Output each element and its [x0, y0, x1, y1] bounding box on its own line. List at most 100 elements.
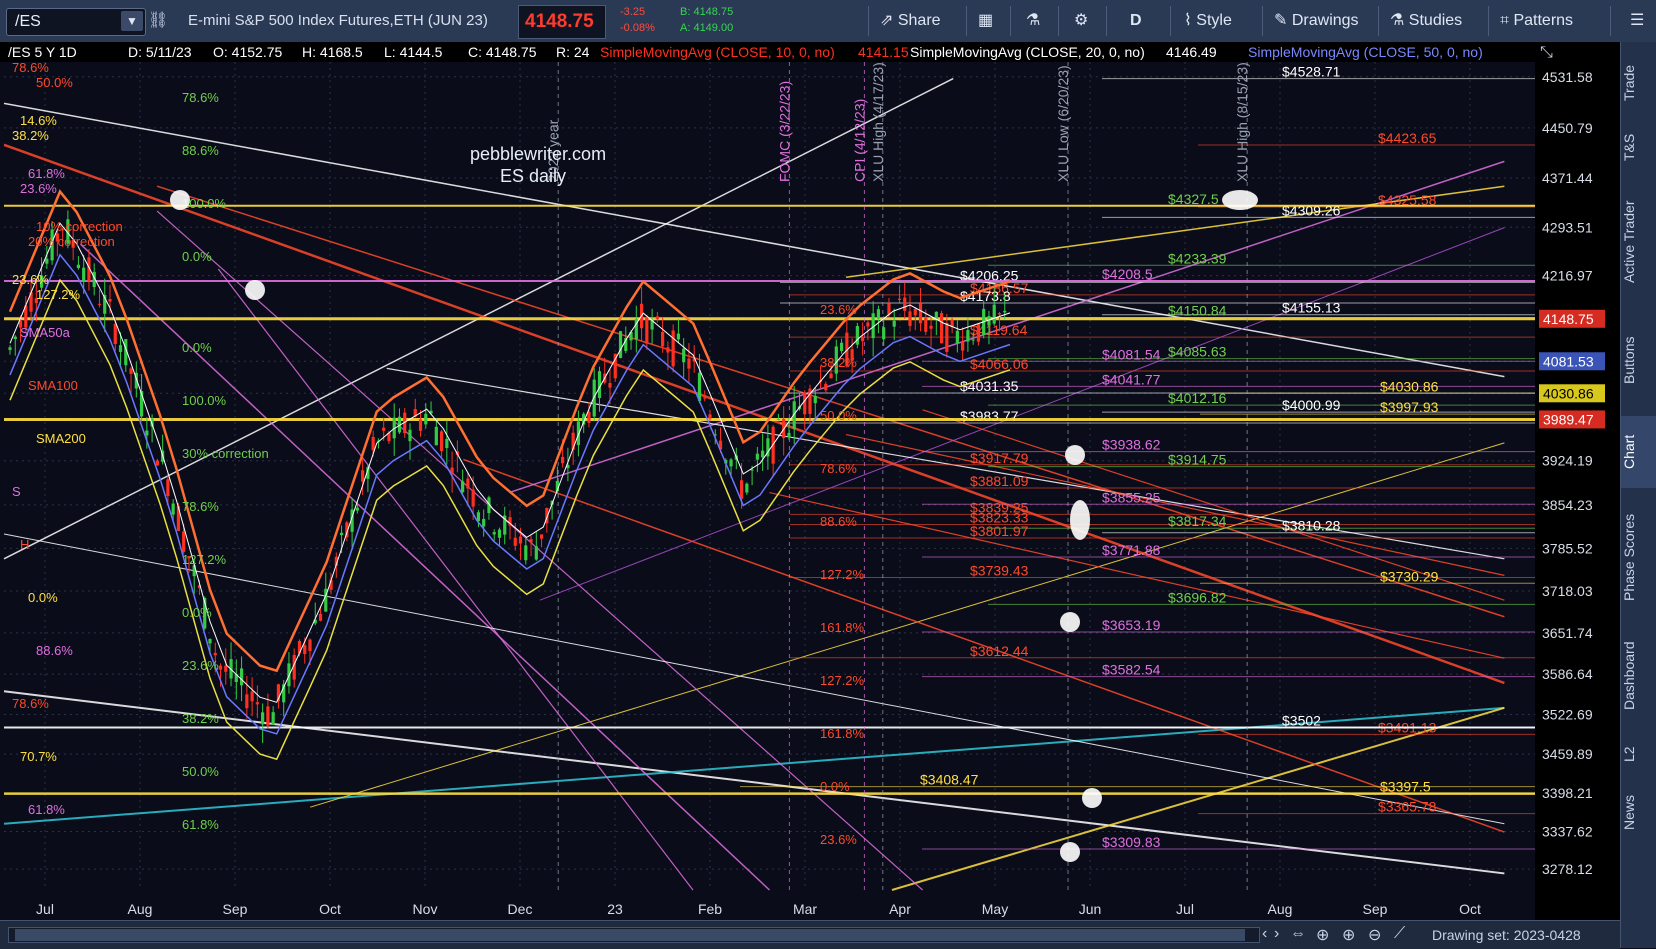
- symbol-selector[interactable]: /ES ▼: [6, 8, 146, 36]
- y-tick-label: 3278.12: [1542, 861, 1593, 877]
- projection-marker: [245, 280, 265, 300]
- zoom-out-icon[interactable]: ⊖: [1368, 925, 1381, 945]
- event-label: CPI (4/12/23): [851, 99, 867, 182]
- candle-body: [218, 665, 223, 670]
- x-tick-label: 23: [607, 901, 623, 917]
- price-level-label: $4150.84: [1168, 302, 1227, 318]
- candle-body: [8, 347, 12, 350]
- scroll-right-icon[interactable]: ›: [1274, 925, 1279, 943]
- fib-level-label: S: [12, 484, 21, 499]
- candle-body: [497, 529, 502, 538]
- tab-news[interactable]: News: [1621, 782, 1656, 842]
- sma50-label[interactable]: SimpleMovingAvg (CLOSE, 50, 0, no): [1248, 44, 1483, 60]
- price-level-label: $4208.5: [1102, 266, 1153, 282]
- grid-icon[interactable]: ▦: [978, 8, 993, 34]
- drawings-button[interactable]: ✎ Drawings: [1274, 8, 1359, 34]
- tab-phase-scores[interactable]: Phase Scores: [1621, 496, 1656, 618]
- collapse-icon[interactable]: ⤡: [1540, 44, 1553, 62]
- patterns-icon: ⌗: [1500, 12, 1514, 29]
- toolbar-separator: [1488, 6, 1489, 36]
- chart-scrollbar[interactable]: [8, 927, 1260, 943]
- x-tick-label: Aug: [1268, 901, 1293, 917]
- tab-time-and-sales[interactable]: T&S: [1621, 122, 1656, 172]
- sma10-value: 4141.15: [858, 44, 909, 60]
- bar-low: L: 4144.5: [384, 44, 443, 60]
- candle-body: [750, 469, 754, 471]
- candle-body: [418, 419, 423, 431]
- candle-body: [803, 392, 807, 415]
- gear-icon[interactable]: ⚙: [1074, 8, 1088, 34]
- tab-dashboard[interactable]: Dashboard: [1621, 626, 1656, 726]
- scroll-both-icon[interactable]: ⇔: [1290, 925, 1306, 943]
- draw-icon[interactable]: ⟋: [1394, 925, 1405, 943]
- candle-body: [266, 706, 270, 726]
- candle-body: [729, 459, 733, 467]
- event-label: XLU High (4/17/23): [870, 62, 886, 182]
- fib-level-label: 0.0%: [820, 779, 850, 794]
- period-button[interactable]: D: [1130, 8, 1142, 34]
- tab-chart[interactable]: Chart: [1621, 416, 1656, 488]
- y-tick-label: 3718.03: [1542, 583, 1593, 599]
- price-level-label: $4066.06: [970, 356, 1029, 372]
- candle-body: [608, 383, 612, 388]
- dropdown-arrow-icon[interactable]: ▼: [121, 11, 143, 31]
- price-level-label: $3653.19: [1102, 617, 1161, 633]
- candle-body: [776, 418, 781, 420]
- candle-body: [371, 436, 375, 451]
- candle-body: [955, 330, 959, 344]
- projection-marker: [1070, 500, 1090, 540]
- candle-body: [976, 323, 981, 342]
- studies-button[interactable]: ⚗ Studies: [1390, 8, 1462, 34]
- x-tick-label: Oct: [1459, 901, 1481, 917]
- share-button[interactable]: ⇗ Share: [880, 8, 941, 34]
- fib-level-label: 0.0%: [182, 249, 212, 264]
- crosshair-icon[interactable]: ⊕: [1316, 925, 1329, 945]
- fib-level-label: 30% correction: [182, 446, 269, 461]
- style-button[interactable]: ⌇ Style: [1184, 8, 1232, 34]
- candle-body: [913, 309, 917, 316]
- price-level-label: $3997.93: [1380, 399, 1439, 415]
- candle-body: [224, 665, 228, 672]
- scrollbar-thumb[interactable]: [15, 929, 1245, 941]
- drawing-set-label[interactable]: Drawing set: 2023-0428: [1432, 927, 1581, 943]
- fib-level-label: 127.2%: [36, 287, 81, 302]
- price-level-label: $4309.26: [1282, 202, 1341, 218]
- x-tick-label: Nov: [413, 901, 438, 917]
- candle-body: [918, 303, 923, 324]
- chart-canvas[interactable]: 4531.58 4450.79 4371.44 4293.51 4216.97 4148.…: [0, 60, 1620, 920]
- x-tick-label: Jul: [36, 901, 54, 917]
- patterns-button[interactable]: ⌗ Patterns: [1500, 8, 1573, 34]
- projection-marker: [1065, 445, 1085, 465]
- tab-active-trader[interactable]: Active Trader: [1621, 180, 1656, 304]
- menu-icon[interactable]: ☰: [1630, 8, 1644, 34]
- sma10-label[interactable]: SimpleMovingAvg (CLOSE, 10, 0, no): [600, 44, 835, 60]
- price-level-label: $3309.83: [1102, 834, 1161, 850]
- chart-description[interactable]: /ES 5 Y 1D: [8, 44, 77, 60]
- scroll-left-icon[interactable]: ‹: [1262, 925, 1267, 943]
- price-level-label: $4327.5: [1168, 191, 1219, 207]
- y-tick-label: 3586.64: [1542, 666, 1593, 682]
- flask-icon[interactable]: ⚗: [1026, 8, 1040, 34]
- price-level-label: $3881.09: [970, 473, 1029, 489]
- candle-body: [97, 303, 102, 305]
- candle-body: [618, 331, 623, 358]
- candle-body: [113, 323, 117, 344]
- tab-l2[interactable]: L2: [1621, 734, 1656, 774]
- candle-body: [939, 313, 944, 344]
- price-tag-label: 4081.53: [1543, 353, 1594, 369]
- price-level-label: $3612.44: [970, 643, 1029, 659]
- tab-trade[interactable]: Trade: [1621, 52, 1656, 114]
- fib-level-label: 38.2%: [182, 711, 219, 726]
- symbol-text[interactable]: /ES: [15, 13, 41, 31]
- price-level-label: $3938.62: [1102, 437, 1161, 453]
- link-icon[interactable]: ⛓: [148, 10, 168, 30]
- sma20-label[interactable]: SimpleMovingAvg (CLOSE, 20, 0, no): [910, 44, 1145, 60]
- toolbar-separator: [1170, 6, 1171, 36]
- candle-body: [539, 534, 544, 539]
- fib-level-label: 127.2%: [182, 552, 227, 567]
- studies-icon: ⚗: [1390, 12, 1409, 29]
- zoom-in-icon[interactable]: ⊕: [1342, 925, 1355, 945]
- price-chart[interactable]: 4531.58 4450.79 4371.44 4293.51 4216.97 4148.…: [0, 60, 1620, 920]
- tab-buttons[interactable]: Buttons: [1621, 312, 1656, 408]
- candle-body: [903, 297, 907, 311]
